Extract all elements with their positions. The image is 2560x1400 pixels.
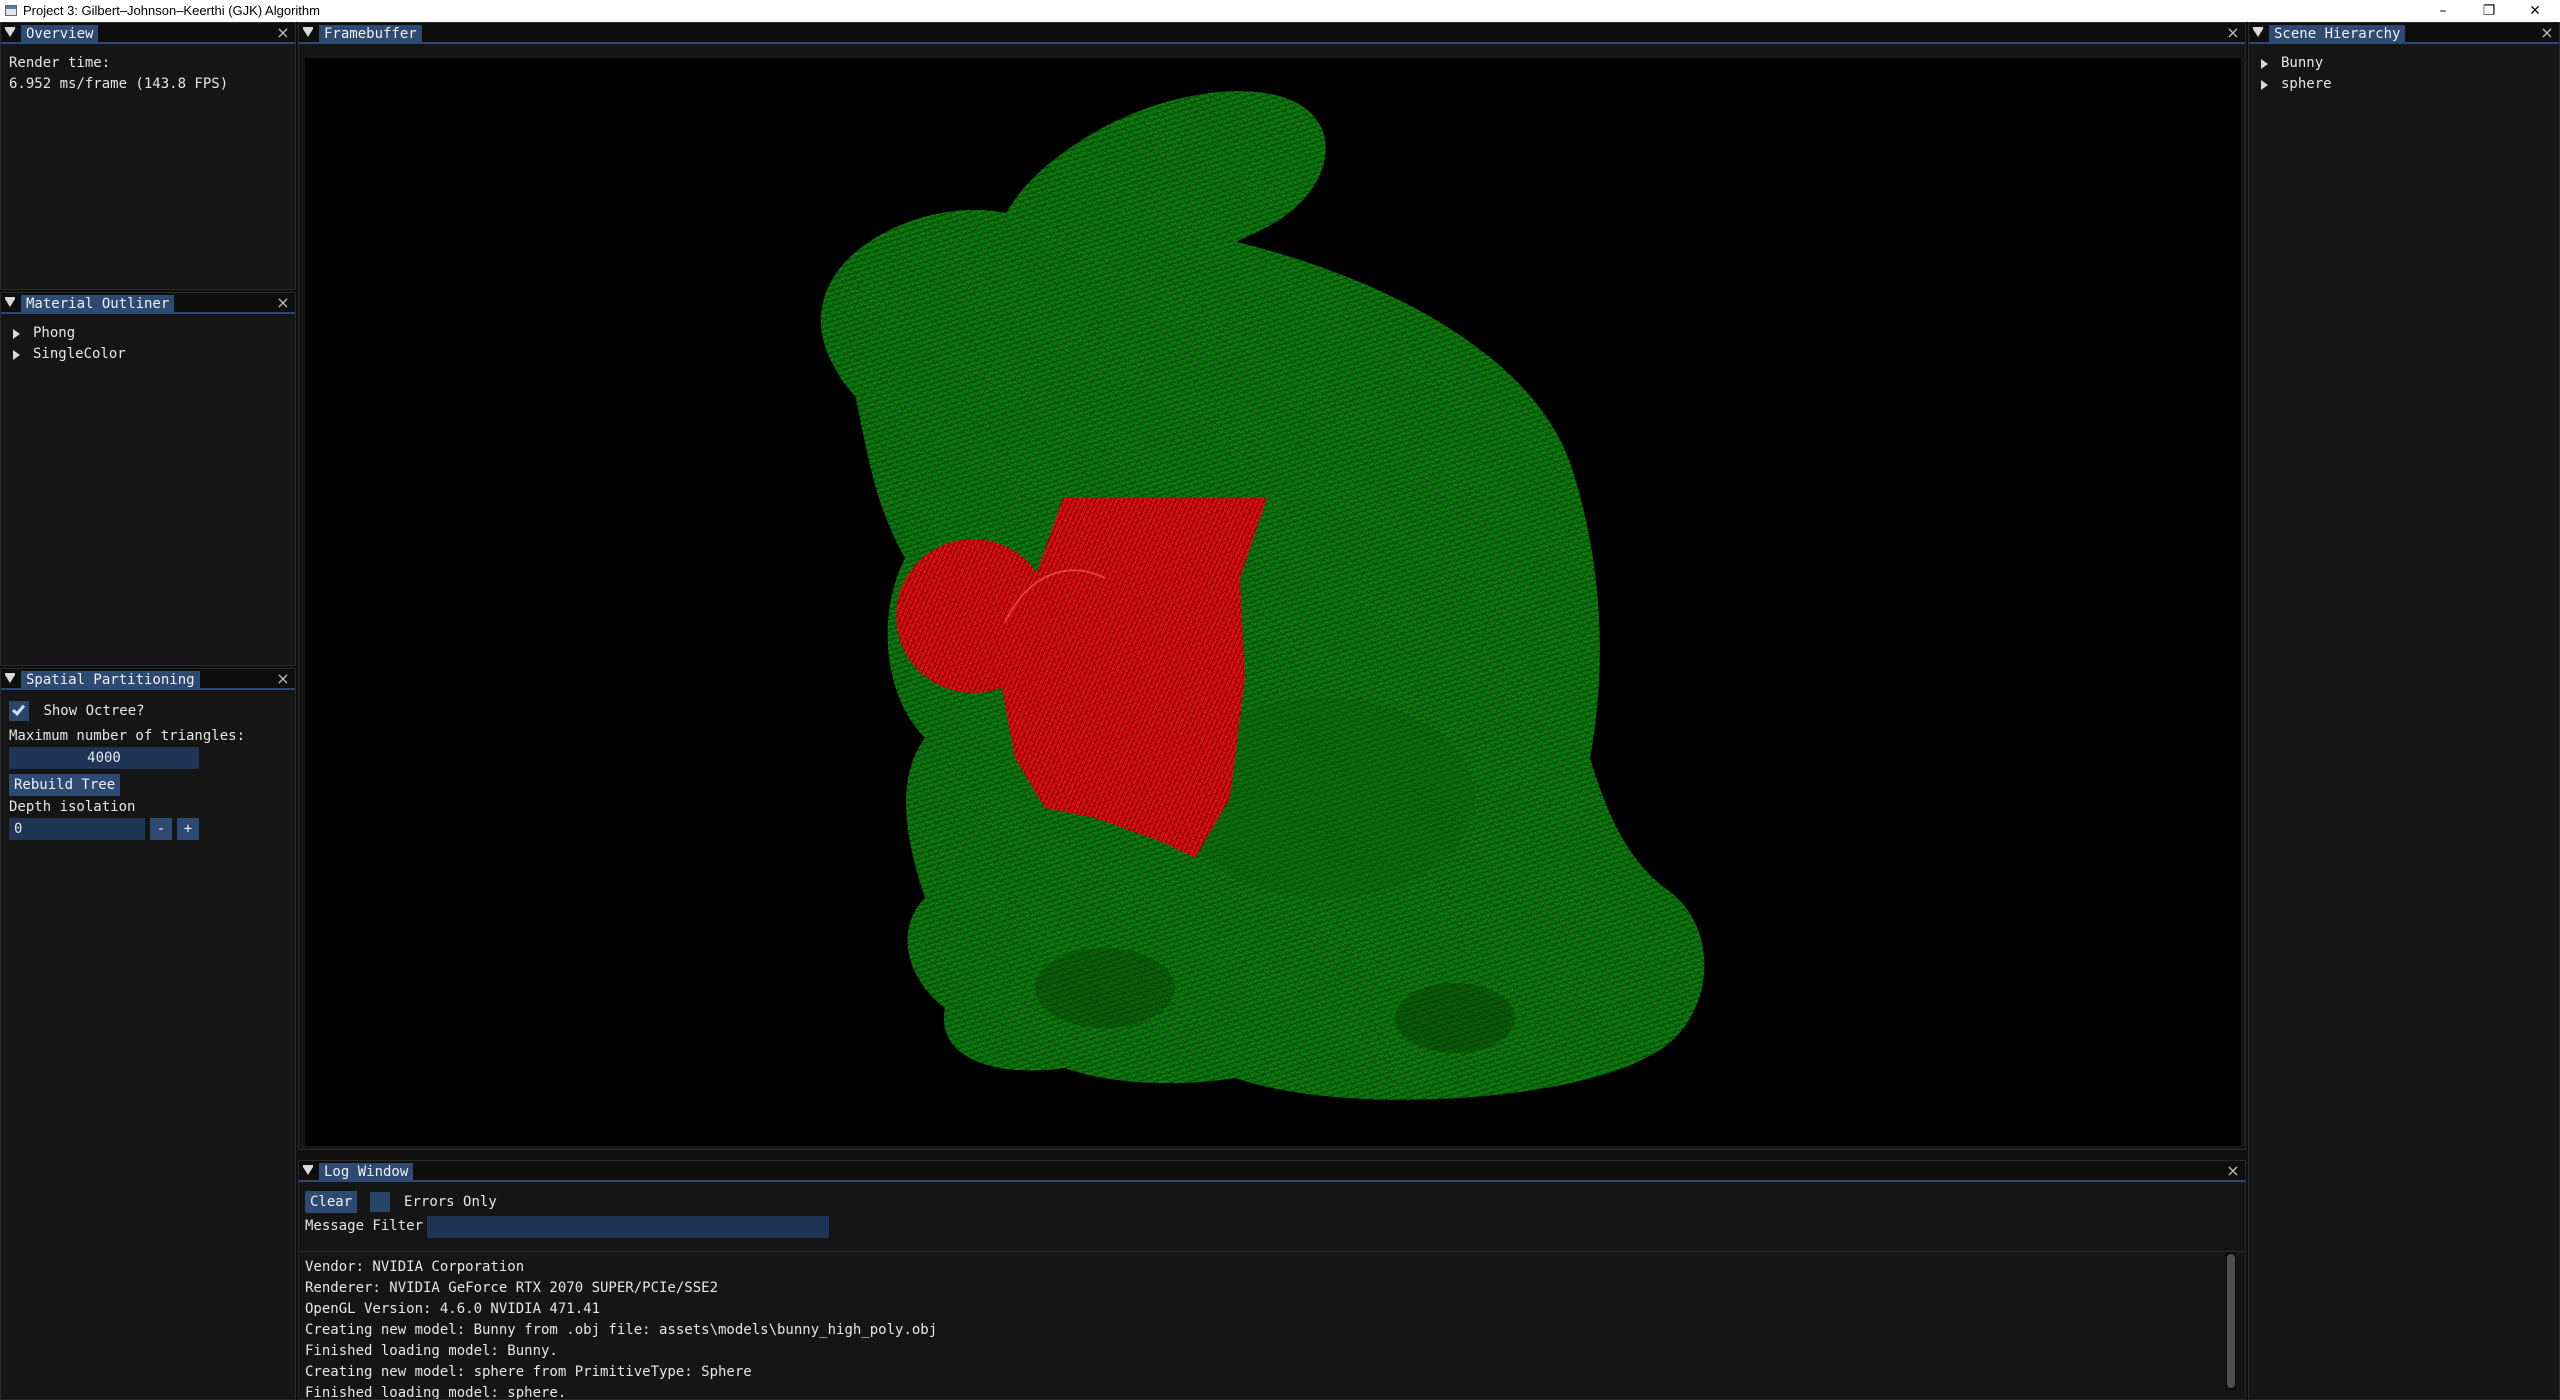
checkmark-icon: [11, 702, 26, 716]
framebuffer-tabbar: Framebuffer ×: [299, 23, 2245, 44]
tab-framebuffer[interactable]: Framebuffer: [319, 25, 422, 43]
overview-body: Render time: 6.952 ms/frame (143.8 FPS): [9, 53, 287, 95]
overview-panel: Overview × Render time: 6.952 ms/frame (…: [0, 22, 296, 290]
tree-expand-arrow-icon: [13, 350, 20, 360]
app-icon: [5, 5, 17, 16]
tree-item-label: Phong: [33, 325, 76, 341]
tree-item-label: sphere: [2281, 76, 2332, 92]
scene-hierarchy-panel: Scene Hierarchy × Bunny sphere: [2248, 22, 2560, 1400]
max-triangles-label: Maximum number of triangles:: [9, 728, 246, 744]
depth-isolation-label: Depth isolation: [9, 799, 136, 815]
log-line: Vendor: NVIDIA Corporation: [305, 1259, 525, 1275]
close-icon[interactable]: ×: [275, 25, 291, 41]
collapse-triangle-icon[interactable]: [5, 673, 15, 683]
errors-only-label: Errors Only: [404, 1194, 497, 1210]
close-icon[interactable]: ×: [275, 671, 291, 687]
log-line: OpenGL Version: 4.6.0 NVIDIA 471.41: [305, 1301, 601, 1317]
log-line: Creating new model: sphere from Primitiv…: [305, 1364, 752, 1380]
restore-button[interactable]: ❐: [2466, 0, 2512, 22]
show-octree-label: Show Octree?: [43, 703, 145, 719]
collapse-triangle-icon[interactable]: [5, 297, 15, 307]
log-lines: Vendor: NVIDIA Corporation Renderer: NVI…: [305, 1257, 2225, 1400]
tab-spatial-partitioning[interactable]: Spatial Partitioning: [21, 671, 200, 689]
tree-item-phong[interactable]: Phong: [9, 323, 287, 344]
window-title: Project 3: Gilbert–Johnson–Keerthi (GJK)…: [23, 3, 320, 18]
log-line: Creating new model: Bunny from .obj file…: [305, 1322, 938, 1338]
close-icon[interactable]: ×: [275, 295, 291, 311]
tree-item-label: Bunny: [2281, 55, 2324, 71]
scene-render: [820, 91, 1705, 1100]
show-octree-checkbox[interactable]: [9, 701, 29, 721]
collapse-triangle-icon[interactable]: [303, 27, 313, 37]
errors-only-checkbox[interactable]: [369, 1192, 390, 1212]
tab-overview[interactable]: Overview: [21, 25, 99, 43]
message-filter-label: Message Filter: [305, 1218, 424, 1234]
material-outliner-panel: Material Outliner × Phong SingleColor: [0, 292, 296, 666]
log-controls-row: Clear Errors Only: [305, 1191, 2237, 1215]
depth-decrement-button[interactable]: -: [150, 818, 172, 840]
depth-increment-button[interactable]: +: [177, 818, 199, 840]
rebuild-tree-button[interactable]: Rebuild Tree: [9, 774, 121, 796]
spatial-partitioning-tabbar: Spatial Partitioning ×: [1, 669, 295, 690]
log-line: Finished loading model: sphere.: [305, 1385, 567, 1400]
log-scrollbar-thumb[interactable]: [2227, 1254, 2235, 1388]
log-controls: Clear Errors Only Message Filter: [305, 1191, 2237, 1239]
message-filter-input[interactable]: [427, 1216, 829, 1238]
message-filter-row: Message Filter: [305, 1215, 2237, 1239]
tree-expand-arrow-icon: [2261, 59, 2268, 69]
tree-expand-arrow-icon: [13, 329, 20, 339]
close-icon[interactable]: ×: [2225, 25, 2241, 41]
tree-item-bunny[interactable]: Bunny: [2257, 53, 2551, 74]
tab-log-window[interactable]: Log Window: [319, 1163, 414, 1181]
material-outliner-tabbar: Material Outliner ×: [1, 293, 295, 314]
rebuild-row: Rebuild Tree: [9, 774, 287, 796]
collapse-triangle-icon[interactable]: [5, 27, 15, 37]
collapse-triangle-icon[interactable]: [303, 1165, 313, 1175]
tree-item-label: SingleColor: [33, 346, 126, 362]
render-time-label: Render time:: [9, 55, 111, 71]
overview-tabbar: Overview ×: [1, 23, 295, 44]
tree-item-singlecolor[interactable]: SingleColor: [9, 344, 287, 365]
log-window-panel: Log Window × Clear Errors Only Message F…: [298, 1160, 2246, 1400]
tree-expand-arrow-icon: [2261, 80, 2268, 90]
material-outliner-body: Phong SingleColor: [9, 323, 287, 365]
log-divider: [299, 1251, 2245, 1252]
close-icon[interactable]: ×: [2539, 25, 2555, 41]
scene-hierarchy-body: Bunny sphere: [2257, 53, 2551, 95]
spatial-partitioning-panel: Spatial Partitioning × Show Octree? Maxi…: [0, 668, 296, 1400]
close-icon[interactable]: ×: [2225, 1163, 2241, 1179]
log-window-tabbar: Log Window ×: [299, 1161, 2245, 1182]
max-triangles-input[interactable]: 4000: [9, 747, 199, 769]
minimize-button[interactable]: –: [2420, 0, 2466, 22]
depth-isolation-input[interactable]: 0: [9, 818, 145, 840]
tab-material-outliner[interactable]: Material Outliner: [21, 295, 175, 313]
log-line: Finished loading model: Bunny.: [305, 1343, 558, 1359]
scene-hierarchy-tabbar: Scene Hierarchy ×: [2249, 23, 2559, 44]
depth-isolation-row: 0 - +: [9, 818, 287, 840]
framebuffer-viewport[interactable]: [305, 58, 2241, 1146]
spatial-partitioning-body: Show Octree? Maximum number of triangles…: [9, 701, 287, 840]
show-octree-row: Show Octree?: [9, 701, 287, 725]
tab-scene-hierarchy[interactable]: Scene Hierarchy: [2269, 25, 2406, 43]
close-window-button[interactable]: ✕: [2512, 0, 2558, 22]
log-line: Renderer: NVIDIA GeForce RTX 2070 SUPER/…: [305, 1280, 719, 1296]
render-time-value: 6.952 ms/frame (143.8 FPS): [9, 76, 229, 92]
tree-item-sphere[interactable]: sphere: [2257, 74, 2551, 95]
os-titlebar: Project 3: Gilbert–Johnson–Keerthi (GJK)…: [0, 0, 2560, 22]
collapse-triangle-icon[interactable]: [2253, 27, 2263, 37]
clear-button[interactable]: Clear: [305, 1191, 358, 1213]
